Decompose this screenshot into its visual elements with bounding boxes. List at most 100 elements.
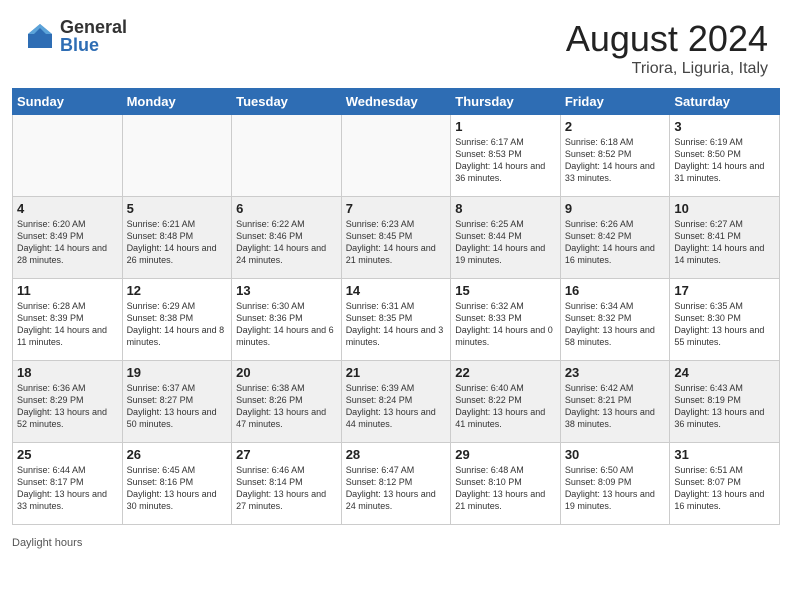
day-number: 18 — [17, 365, 118, 380]
day-cell: 19 Sunrise: 6:37 AM Sunset: 8:27 PM Dayli… — [122, 361, 232, 443]
day-cell: 7 Sunrise: 6:23 AM Sunset: 8:45 PM Daylig… — [341, 197, 451, 279]
week-row-4: 18 Sunrise: 6:36 AM Sunset: 8:29 PM Dayli… — [13, 361, 780, 443]
logo: General Blue — [24, 18, 127, 54]
day-number: 8 — [455, 201, 556, 216]
day-cell: 23 Sunrise: 6:42 AM Sunset: 8:21 PM Dayli… — [560, 361, 670, 443]
day-number: 31 — [674, 447, 775, 462]
day-header-tuesday: Tuesday — [232, 89, 342, 115]
day-number: 28 — [346, 447, 447, 462]
day-number: 9 — [565, 201, 666, 216]
day-info: Sunrise: 6:48 AM Sunset: 8:10 PM Dayligh… — [455, 464, 556, 513]
calendar-container: SundayMondayTuesdayWednesdayThursdayFrid… — [0, 88, 792, 533]
day-number: 19 — [127, 365, 228, 380]
day-cell — [13, 115, 123, 197]
logo-general-text: General — [60, 18, 127, 36]
logo-icon — [24, 20, 56, 52]
day-number: 12 — [127, 283, 228, 298]
day-cell: 21 Sunrise: 6:39 AM Sunset: 8:24 PM Dayli… — [341, 361, 451, 443]
day-cell: 24Sunrise: 6:43 AM Sunset: 8:19 PM Dayli… — [670, 361, 780, 443]
day-info: Sunrise: 6:32 AM Sunset: 8:33 PM Dayligh… — [455, 300, 556, 349]
day-info: Sunrise: 6:34 AM Sunset: 8:32 PM Dayligh… — [565, 300, 666, 349]
day-number: 27 — [236, 447, 337, 462]
day-cell — [341, 115, 451, 197]
day-info: Sunrise: 6:39 AM Sunset: 8:24 PM Dayligh… — [346, 382, 447, 431]
day-number: 17 — [674, 283, 775, 298]
day-cell: 3 Sunrise: 6:19 AM Sunset: 8:50 PM Daylig… — [670, 115, 780, 197]
day-header-sunday: Sunday — [13, 89, 123, 115]
day-cell: 9 Sunrise: 6:26 AM Sunset: 8:42 PM Daylig… — [560, 197, 670, 279]
day-cell: 10Sunrise: 6:27 AM Sunset: 8:41 PM Dayli… — [670, 197, 780, 279]
day-cell: 8 Sunrise: 6:25 AM Sunset: 8:44 PM Daylig… — [451, 197, 561, 279]
day-number: 16 — [565, 283, 666, 298]
day-cell: 25Sunrise: 6:44 AM Sunset: 8:17 PM Dayli… — [13, 443, 123, 525]
day-header-thursday: Thursday — [451, 89, 561, 115]
day-cell: 6 Sunrise: 6:22 AM Sunset: 8:46 PM Daylig… — [232, 197, 342, 279]
day-info: Sunrise: 6:36 AM Sunset: 8:29 PM Dayligh… — [17, 382, 118, 431]
day-number: 23 — [565, 365, 666, 380]
day-info: Sunrise: 6:22 AM Sunset: 8:46 PM Dayligh… — [236, 218, 337, 267]
week-row-1: 1 Sunrise: 6:17 AM Sunset: 8:53 PM Daylig… — [13, 115, 780, 197]
day-cell: 31Sunrise: 6:51 AM Sunset: 8:07 PM Dayli… — [670, 443, 780, 525]
day-header-wednesday: Wednesday — [341, 89, 451, 115]
logo-blue-text: Blue — [60, 36, 127, 54]
calendar-table: SundayMondayTuesdayWednesdayThursdayFrid… — [12, 88, 780, 525]
day-cell: 27Sunrise: 6:46 AM Sunset: 8:14 PM Dayli… — [232, 443, 342, 525]
day-number: 6 — [236, 201, 337, 216]
day-cell: 20 Sunrise: 6:38 AM Sunset: 8:26 PM Dayli… — [232, 361, 342, 443]
day-number: 3 — [674, 119, 775, 134]
day-header-friday: Friday — [560, 89, 670, 115]
day-info: Sunrise: 6:50 AM Sunset: 8:09 PM Dayligh… — [565, 464, 666, 513]
day-cell: 11 Sunrise: 6:28 AM Sunset: 8:39 PM Dayli… — [13, 279, 123, 361]
day-number: 13 — [236, 283, 337, 298]
day-cell: 14Sunrise: 6:31 AM Sunset: 8:35 PM Dayli… — [341, 279, 451, 361]
day-number: 22 — [455, 365, 556, 380]
logo-text: General Blue — [60, 18, 127, 54]
day-info: Sunrise: 6:19 AM Sunset: 8:50 PM Dayligh… — [674, 136, 775, 185]
day-number: 29 — [455, 447, 556, 462]
day-info: Sunrise: 6:28 AM Sunset: 8:39 PM Dayligh… — [17, 300, 118, 349]
day-cell: 18 Sunrise: 6:36 AM Sunset: 8:29 PM Dayli… — [13, 361, 123, 443]
day-info: Sunrise: 6:30 AM Sunset: 8:36 PM Dayligh… — [236, 300, 337, 349]
day-info: Sunrise: 6:25 AM Sunset: 8:44 PM Dayligh… — [455, 218, 556, 267]
day-number: 7 — [346, 201, 447, 216]
day-info: Sunrise: 6:40 AM Sunset: 8:22 PM Dayligh… — [455, 382, 556, 431]
day-info: Sunrise: 6:45 AM Sunset: 8:16 PM Dayligh… — [127, 464, 228, 513]
day-info: Sunrise: 6:42 AM Sunset: 8:21 PM Dayligh… — [565, 382, 666, 431]
day-cell: 30Sunrise: 6:50 AM Sunset: 8:09 PM Dayli… — [560, 443, 670, 525]
day-info: Sunrise: 6:20 AM Sunset: 8:49 PM Dayligh… — [17, 218, 118, 267]
day-header-saturday: Saturday — [670, 89, 780, 115]
day-number: 5 — [127, 201, 228, 216]
day-cell: 22 Sunrise: 6:40 AM Sunset: 8:22 PM Dayli… — [451, 361, 561, 443]
day-number: 15 — [455, 283, 556, 298]
day-number: 20 — [236, 365, 337, 380]
day-number: 4 — [17, 201, 118, 216]
day-number: 1 — [455, 119, 556, 134]
day-number: 21 — [346, 365, 447, 380]
header-row: SundayMondayTuesdayWednesdayThursdayFrid… — [13, 89, 780, 115]
day-info: Sunrise: 6:21 AM Sunset: 8:48 PM Dayligh… — [127, 218, 228, 267]
week-row-3: 11 Sunrise: 6:28 AM Sunset: 8:39 PM Dayli… — [13, 279, 780, 361]
day-info: Sunrise: 6:37 AM Sunset: 8:27 PM Dayligh… — [127, 382, 228, 431]
week-row-5: 25Sunrise: 6:44 AM Sunset: 8:17 PM Dayli… — [13, 443, 780, 525]
day-info: Sunrise: 6:38 AM Sunset: 8:26 PM Dayligh… — [236, 382, 337, 431]
location-title: Triora, Liguria, Italy — [566, 60, 768, 78]
day-number: 10 — [674, 201, 775, 216]
day-number: 24 — [674, 365, 775, 380]
day-cell: 12 Sunrise: 6:29 AM Sunset: 8:38 PM Dayli… — [122, 279, 232, 361]
day-info: Sunrise: 6:47 AM Sunset: 8:12 PM Dayligh… — [346, 464, 447, 513]
day-number: 11 — [17, 283, 118, 298]
page-header: General Blue August 2024 Triora, Liguria… — [0, 0, 792, 88]
day-number: 2 — [565, 119, 666, 134]
day-cell: 4 Sunrise: 6:20 AM Sunset: 8:49 PM Daylig… — [13, 197, 123, 279]
day-info: Sunrise: 6:29 AM Sunset: 8:38 PM Dayligh… — [127, 300, 228, 349]
day-header-monday: Monday — [122, 89, 232, 115]
day-info: Sunrise: 6:35 AM Sunset: 8:30 PM Dayligh… — [674, 300, 775, 349]
day-cell: 16 Sunrise: 6:34 AM Sunset: 8:32 PM Dayli… — [560, 279, 670, 361]
day-cell: 17 Sunrise: 6:35 AM Sunset: 8:30 PM Dayli… — [670, 279, 780, 361]
day-info: Sunrise: 6:23 AM Sunset: 8:45 PM Dayligh… — [346, 218, 447, 267]
day-info: Sunrise: 6:17 AM Sunset: 8:53 PM Dayligh… — [455, 136, 556, 185]
day-cell: 2Sunrise: 6:18 AM Sunset: 8:52 PM Daylig… — [560, 115, 670, 197]
day-cell: 26Sunrise: 6:45 AM Sunset: 8:16 PM Dayli… — [122, 443, 232, 525]
day-info: Sunrise: 6:44 AM Sunset: 8:17 PM Dayligh… — [17, 464, 118, 513]
day-info: Sunrise: 6:26 AM Sunset: 8:42 PM Dayligh… — [565, 218, 666, 267]
